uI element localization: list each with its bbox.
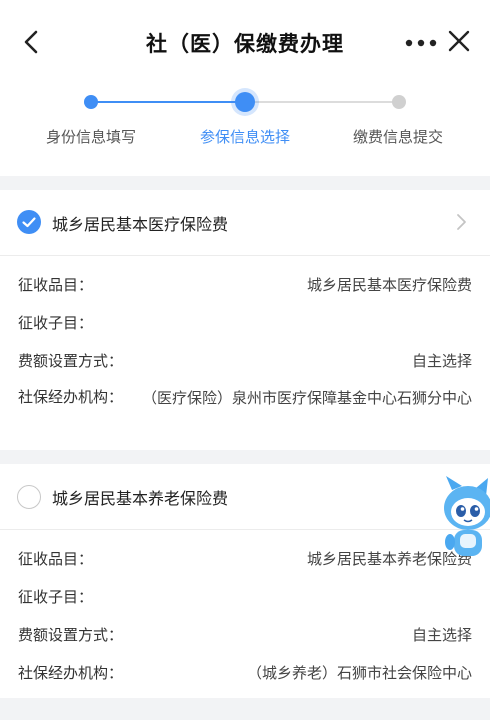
info-key: 费额设置方式：: [18, 626, 124, 644]
step-label-payment: 缴费信息提交: [352, 128, 443, 146]
step-label-insurance: 参保信息选择: [199, 128, 290, 146]
insurance-option-card-pension[interactable]: 城乡居民基本养老保险费 征收品目： 城乡居民基本养老保险费 征收子目： 费额设置…: [0, 464, 490, 698]
step-dot-todo: [392, 95, 406, 109]
checkmark-icon: [22, 217, 36, 228]
info-key: 征收品目：: [18, 276, 94, 294]
info-value: 自主选择: [411, 626, 472, 644]
step-line-completed: [92, 101, 245, 103]
card-title: 城乡居民基本医疗保险费: [52, 215, 229, 234]
info-key: 社保经办机构：: [18, 388, 124, 406]
step-line-pending: [245, 101, 399, 103]
checkbox-checked[interactable]: [17, 210, 41, 234]
info-key: 征收品目：: [18, 550, 94, 568]
info-value: （城乡养老）石狮市社会保险中心: [246, 664, 472, 682]
info-key: 费额设置方式：: [18, 352, 124, 370]
step-dot-current: [235, 92, 255, 112]
info-value: 城乡居民基本医疗保险费: [306, 276, 472, 294]
checkbox-unchecked[interactable]: [17, 485, 41, 509]
insurance-option-card-medical[interactable]: 城乡居民基本医疗保险费 征收品目： 城乡居民基本医疗保险费 征收子目： 费额设置…: [0, 190, 490, 450]
card-header[interactable]: 城乡居民基本医疗保险费: [0, 190, 490, 256]
more-horizontal-icon[interactable]: [404, 38, 438, 48]
info-key: 征收子目：: [18, 588, 94, 606]
info-key: 社保经办机构：: [18, 664, 124, 682]
close-icon[interactable]: [446, 28, 472, 54]
step-label-identity: 身份信息填写: [45, 128, 136, 146]
info-key: 征收子目：: [18, 314, 94, 332]
card-title: 城乡居民基本养老保险费: [52, 489, 229, 508]
chevron-right-icon[interactable]: [455, 212, 467, 232]
top-nav-bar: 社（医）保缴费办理: [0, 0, 490, 84]
assistant-mascot-icon[interactable]: [442, 476, 490, 562]
step-dot-done: [84, 95, 98, 109]
progress-stepper: 身份信息填写 参保信息选择 缴费信息提交: [0, 84, 490, 176]
info-value: （医疗保险）泉州市医疗保障基金中心石狮分中心: [142, 389, 473, 407]
info-value: 自主选择: [411, 352, 472, 370]
card-header[interactable]: 城乡居民基本养老保险费: [0, 464, 490, 530]
